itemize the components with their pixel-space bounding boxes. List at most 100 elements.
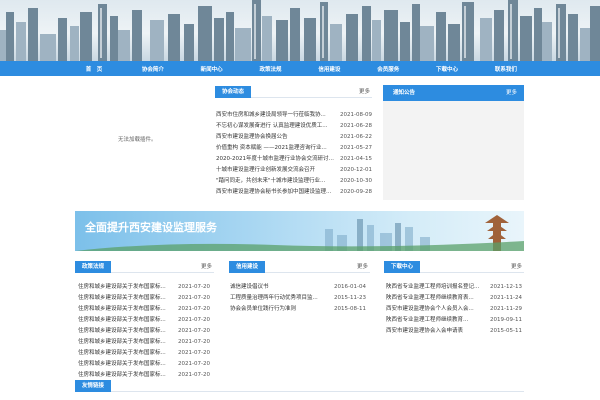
downloads-title[interactable]: 下载中心	[384, 261, 421, 273]
list-item[interactable]: 西安市建设监理协会秘书长参加中国建设监理... 2020-09-28	[216, 187, 372, 198]
list-item-date: 2021-07-20	[178, 306, 210, 312]
list-item-date: 2021-05-27	[340, 145, 372, 151]
list-item-date: 2021-06-28	[340, 123, 372, 129]
nav-item-credit[interactable]: 信用建设	[300, 65, 358, 73]
header-banner	[0, 0, 600, 61]
list-item[interactable]: 陕西省专业监理工程师培训报名登记... 2021-12-13	[386, 282, 522, 293]
main-nav: 首 页 协会简介 新闻中心 政策法规 信用建设 会员服务 下载中心 联系我们	[0, 61, 600, 76]
list-item-title[interactable]: 十城市建设监理行业创新发展交流会召开	[216, 165, 315, 176]
plugin-placeholder: 无法加载插件。	[118, 137, 157, 143]
list-item-title[interactable]: 住房和城乡建设部关于发布国家标...	[78, 293, 166, 304]
list-item-title[interactable]: 陕西省专业监理工程师培训报名登记...	[386, 282, 479, 293]
list-item-title[interactable]: 住房和城乡建设部关于发布国家标...	[78, 359, 166, 370]
list-item[interactable]: 住房和城乡建设部关于发布国家标... 2021-07-20	[78, 315, 210, 326]
credit-more-link[interactable]: 更多	[357, 261, 368, 273]
list-item[interactable]: 2020-2021年度十城市监理行业协会交流研讨会... 2021-04-15	[216, 154, 372, 165]
list-item-title[interactable]: 住房和城乡建设部关于发布国家标...	[78, 304, 166, 315]
nav-item-contact[interactable]: 联系我们	[477, 65, 535, 73]
nav-item-members[interactable]: 会员服务	[359, 65, 417, 73]
policy-header: 政策法规 更多	[75, 261, 214, 273]
list-item[interactable]: 住房和城乡建设部关于发布国家标... 2021-07-20	[78, 337, 210, 348]
list-item-title[interactable]: 陕西省专业监理工程师继续教育表...	[386, 293, 474, 304]
list-item-title[interactable]: 诚信建设倡议书	[230, 282, 269, 293]
list-item[interactable]: 西安市建设监理协会个人会员入会... 2021-11-29	[386, 304, 522, 315]
nav-item-about[interactable]: 协会简介	[124, 65, 182, 73]
association-news-more-link[interactable]: 更多	[359, 86, 370, 98]
notice-more-link[interactable]: 更多	[506, 85, 517, 101]
list-item-title[interactable]: 西安市住房和城乡建设局领导一行莅临我协...	[216, 110, 326, 121]
list-item-title[interactable]: 住房和城乡建设部关于发布国家标...	[78, 315, 166, 326]
list-item-date: 2020-09-28	[340, 189, 372, 195]
list-item-date: 2021-07-20	[178, 328, 210, 334]
list-item[interactable]: 住房和城乡建设部关于发布国家标... 2021-07-20	[78, 359, 210, 370]
list-item[interactable]: 住房和城乡建设部关于发布国家标... 2021-07-20	[78, 348, 210, 359]
list-item[interactable]: "踏问同走，共创未来"十城市建设监理行业... 2020-10-30	[216, 176, 372, 187]
list-item-date: 2020-12-01	[340, 167, 372, 173]
list-item[interactable]: 西安市住房和城乡建设局领导一行莅临我协... 2021-08-09	[216, 110, 372, 121]
list-item-date: 2021-11-29	[490, 306, 522, 312]
credit-list: 诚信建设倡议书 2016-01-04 工程质量治理两年行动优秀项目监... 2015-…	[230, 282, 366, 315]
list-item-title[interactable]: 2020-2021年度十城市监理行业协会交流研讨会...	[216, 154, 336, 165]
list-item-title[interactable]: 住房和城乡建设部关于发布国家标...	[78, 282, 166, 293]
list-item-date: 2021-04-15	[340, 156, 372, 162]
list-item-title[interactable]: 西安市建设监理协会换届公告	[216, 132, 288, 143]
list-item[interactable]: 工程质量治理两年行动优秀项目监... 2015-11-23	[230, 293, 366, 304]
association-news-list: 西安市住房和城乡建设局领导一行莅临我协... 2021-08-09 不忘初心谋发展奋…	[216, 110, 372, 198]
policy-more-link[interactable]: 更多	[201, 261, 212, 273]
notice-header: 通知公告 更多	[383, 85, 524, 101]
list-item-title[interactable]: 不忘初心谋发展奋进行 认真监理建设优质工...	[216, 121, 328, 132]
slogan-text: 全面提升西安建设监理服务	[85, 221, 217, 234]
list-item-date: 2021-07-20	[178, 295, 210, 301]
credit-title[interactable]: 信用建设	[229, 261, 266, 273]
list-item-date: 2015-08-11	[334, 306, 366, 312]
list-item[interactable]: 住房和城乡建设部关于发布国家标... 2021-07-20	[78, 282, 210, 293]
nav-item-news[interactable]: 新闻中心	[183, 65, 241, 73]
list-item-date: 2021-12-13	[490, 284, 522, 290]
list-item[interactable]: 住房和城乡建设部关于发布国家标... 2021-07-20	[78, 326, 210, 337]
list-item[interactable]: 陕西省专业监理工程师继续教育... 2019-09-11	[386, 315, 522, 326]
list-item-title[interactable]: 住房和城乡建设部关于发布国家标...	[78, 348, 166, 359]
list-item-date: 2016-01-04	[334, 284, 366, 290]
list-item[interactable]: 协会会员单位践行行为准则 2015-08-11	[230, 304, 366, 315]
list-item[interactable]: 十城市建设监理行业创新发展交流会召开 2020-12-01	[216, 165, 372, 176]
list-item[interactable]: 诚信建设倡议书 2016-01-04	[230, 282, 366, 293]
list-item[interactable]: 陕西省专业监理工程师继续教育表... 2021-11-24	[386, 293, 522, 304]
list-item-title[interactable]: 陕西省专业监理工程师继续教育...	[386, 315, 468, 326]
nav-items: 首 页 协会简介 新闻中心 政策法规 信用建设 会员服务 下载中心 联系我们	[65, 61, 535, 76]
list-item-date: 2019-09-11	[490, 317, 522, 323]
list-item-date: 2015-05-11	[490, 328, 522, 334]
list-item-date: 2021-07-20	[178, 339, 210, 345]
list-item[interactable]: 住房和城乡建设部关于发布国家标... 2021-07-20	[78, 293, 210, 304]
list-item-title[interactable]: 西安市建设监理协会入会申请表	[386, 326, 463, 337]
list-item-date: 2021-07-20	[178, 361, 210, 367]
downloads-more-link[interactable]: 更多	[511, 261, 522, 273]
policy-title[interactable]: 政策法规	[75, 261, 112, 273]
list-item-title[interactable]: 协会会员单位践行行为准则	[230, 304, 296, 315]
list-item[interactable]: 住房和城乡建设部关于发布国家标... 2021-07-20	[78, 304, 210, 315]
notice-title[interactable]: 通知公告	[393, 85, 415, 101]
nav-item-home[interactable]: 首 页	[65, 65, 123, 73]
links-header: 友情链接	[75, 380, 524, 392]
list-item-date: 2021-07-20	[178, 284, 210, 290]
list-item[interactable]: 价值重构 资本赋能 ——2021监理咨询行业... 2021-05-27	[216, 143, 372, 154]
links-title[interactable]: 友情链接	[75, 380, 112, 392]
association-news-header: 协会动态 更多	[215, 86, 372, 98]
list-item-title[interactable]: 住房和城乡建设部关于发布国家标...	[78, 337, 166, 348]
list-item-date: 2021-11-24	[490, 295, 522, 301]
city-skyline-image	[0, 0, 600, 61]
nav-item-downloads[interactable]: 下载中心	[418, 65, 476, 73]
list-item-title[interactable]: 西安市建设监理协会秘书长参加中国建设监理...	[216, 187, 331, 198]
list-item-title[interactable]: 价值重构 资本赋能 ——2021监理咨询行业...	[216, 143, 327, 154]
list-item-title[interactable]: 西安市建设监理协会个人会员入会...	[386, 304, 474, 315]
downloads-list: 陕西省专业监理工程师培训报名登记... 2021-12-13 陕西省专业监理工程师继…	[386, 282, 522, 337]
list-item-title[interactable]: 住房和城乡建设部关于发布国家标...	[78, 326, 166, 337]
association-news-title[interactable]: 协会动态	[215, 86, 252, 98]
notice-panel: 通知公告 更多	[383, 85, 524, 200]
list-item[interactable]: 西安市建设监理协会换届公告 2021-06-22	[216, 132, 372, 143]
list-item[interactable]: 不忘初心谋发展奋进行 认真监理建设优质工... 2021-06-28	[216, 121, 372, 132]
list-item-date: 2021-08-09	[340, 112, 372, 118]
list-item-title[interactable]: "踏问同走，共创未来"十城市建设监理行业...	[216, 176, 325, 187]
list-item-title[interactable]: 工程质量治理两年行动优秀项目监...	[230, 293, 318, 304]
list-item[interactable]: 西安市建设监理协会入会申请表 2015-05-11	[386, 326, 522, 337]
nav-item-policy[interactable]: 政策法规	[242, 65, 300, 73]
